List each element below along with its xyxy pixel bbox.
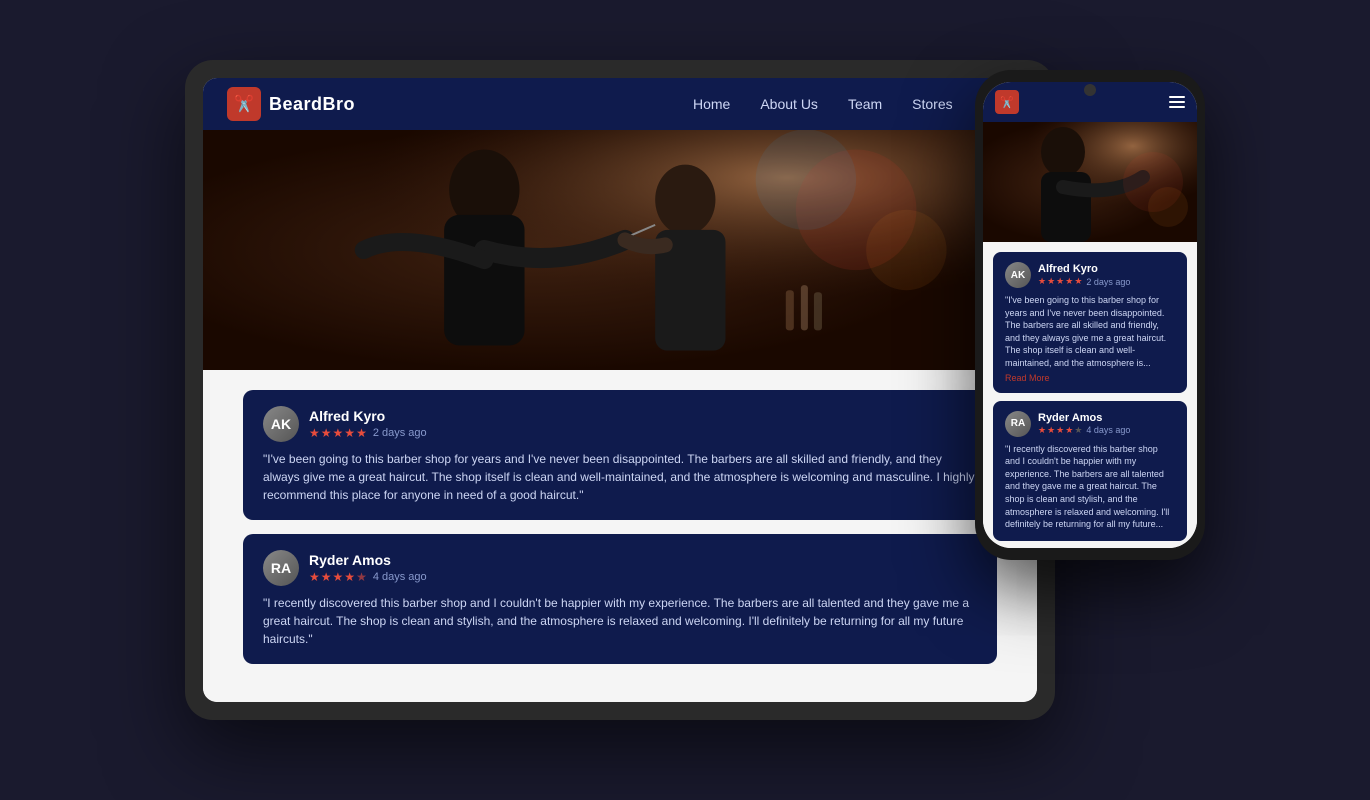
- phone-review-text-2: "I recently discovered this barber shop …: [1005, 443, 1175, 531]
- phone-stars-1: ★ ★ ★ ★ ★: [1038, 276, 1082, 287]
- nav-team[interactable]: Team: [848, 96, 882, 112]
- reviewer-stars-2: ★ ★ ★ ★ ★: [309, 570, 367, 584]
- read-more-link-1[interactable]: Read More: [1005, 373, 1175, 383]
- phone-review-time-2: 4 days ago: [1086, 425, 1130, 435]
- phone-hero-svg: [983, 122, 1197, 242]
- reviewer-meta-2: ★ ★ ★ ★ ★ 4 days ago: [309, 570, 977, 584]
- phone-review-header-2: RA Ryder Amos ★ ★ ★ ★ ★: [1005, 411, 1175, 437]
- tablet-navbar: ✂️ BeardBro Home About Us Team Stores La…: [203, 78, 1037, 130]
- phone-avatar-1: AK: [1005, 262, 1031, 288]
- phone-notch: [1084, 84, 1096, 96]
- phone-reviewer-meta-2: ★ ★ ★ ★ ★ 4 days ago: [1038, 425, 1130, 436]
- tablet-content-area: AK Alfred Kyro ★ ★ ★ ★ ★: [203, 370, 1037, 702]
- phone-review-card-2: RA Ryder Amos ★ ★ ★ ★ ★: [993, 401, 1187, 541]
- phone-stars-2: ★ ★ ★ ★ ★: [1038, 425, 1082, 436]
- star-1: ★: [309, 426, 320, 440]
- tablet-device: ✂️ BeardBro Home About Us Team Stores La…: [185, 60, 1055, 720]
- star-5: ★: [356, 426, 367, 440]
- tablet-logo-area: ✂️ BeardBro: [227, 87, 355, 121]
- nav-stores[interactable]: Stores: [912, 96, 952, 112]
- review-text-2: "I recently discovered this barber shop …: [263, 594, 977, 648]
- nav-about[interactable]: About Us: [760, 96, 818, 112]
- star-2-3: ★: [333, 570, 344, 584]
- star-2-4: ★: [344, 570, 355, 584]
- pstar-1: ★: [1038, 276, 1046, 287]
- phone-review-card-1: AK Alfred Kyro ★ ★ ★ ★ ★: [993, 252, 1187, 393]
- star-3: ★: [333, 426, 344, 440]
- reviewer-meta-1: ★ ★ ★ ★ ★ 2 days ago: [309, 426, 977, 440]
- phone-reviewer-meta-1: ★ ★ ★ ★ ★ 2 days ago: [1038, 276, 1130, 287]
- review-card-2: RA Ryder Amos ★ ★ ★ ★ ★: [243, 534, 997, 664]
- phone-scissors-icon: ✂️: [1000, 96, 1014, 109]
- reviewer-info-1: Alfred Kyro ★ ★ ★ ★ ★ 2 days ago: [309, 408, 977, 440]
- reviewer-name-2: Ryder Amos: [309, 552, 977, 568]
- phone-review-text-1: "I've been going to this barber shop for…: [1005, 294, 1175, 370]
- hamburger-line-2: [1169, 101, 1185, 103]
- phone-logo-icon: ✂️: [995, 90, 1019, 114]
- tablet-brand-name: BeardBro: [269, 94, 355, 115]
- reviewer-avatar-1: AK: [263, 406, 299, 442]
- star-4: ★: [344, 426, 355, 440]
- review-header-2: RA Ryder Amos ★ ★ ★ ★ ★: [263, 550, 977, 586]
- star-2: ★: [321, 426, 332, 440]
- phone-review-header-1: AK Alfred Kyro ★ ★ ★ ★ ★: [1005, 262, 1175, 288]
- review-card-1: AK Alfred Kyro ★ ★ ★ ★ ★: [243, 390, 997, 520]
- review-time-1: 2 days ago: [373, 427, 427, 439]
- phone-hero-image: [983, 122, 1197, 242]
- tablet-screen: ✂️ BeardBro Home About Us Team Stores La…: [203, 78, 1037, 702]
- pstar2-3: ★: [1056, 425, 1064, 436]
- star-2-5: ★: [356, 570, 367, 584]
- scene: ✂️ BeardBro Home About Us Team Stores La…: [135, 40, 1235, 760]
- pstar-2: ★: [1047, 276, 1055, 287]
- phone-screen: ✂️: [983, 82, 1197, 548]
- reviewer-info-2: Ryder Amos ★ ★ ★ ★ ★ 4 days ago: [309, 552, 977, 584]
- phone-avatar-2: RA: [1005, 411, 1031, 437]
- reviewer-avatar-2: RA: [263, 550, 299, 586]
- hamburger-line-3: [1169, 106, 1185, 108]
- review-header-1: AK Alfred Kyro ★ ★ ★ ★ ★: [263, 406, 977, 442]
- phone-reviewer-name-1: Alfred Kyro: [1038, 263, 1130, 275]
- reviewer-name-1: Alfred Kyro: [309, 408, 977, 424]
- pstar2-5: ★: [1074, 425, 1082, 436]
- star-2-1: ★: [309, 570, 320, 584]
- phone-reviewer-name-2: Ryder Amos: [1038, 412, 1130, 424]
- pstar-3: ★: [1056, 276, 1064, 287]
- hero-svg: [203, 130, 1037, 370]
- pstar2-4: ★: [1065, 425, 1073, 436]
- star-2-2: ★: [321, 570, 332, 584]
- phone-reviewer-info-1: Alfred Kyro ★ ★ ★ ★ ★ 2 days ago: [1038, 263, 1130, 287]
- phone-review-time-1: 2 days ago: [1086, 277, 1130, 287]
- phone-device: ✂️: [975, 70, 1205, 560]
- phone-reviewer-info-2: Ryder Amos ★ ★ ★ ★ ★ 4 days ago: [1038, 412, 1130, 436]
- review-time-2: 4 days ago: [373, 571, 427, 583]
- tablet-logo-icon: ✂️: [227, 87, 261, 121]
- nav-home[interactable]: Home: [693, 96, 730, 112]
- logo-scissors-icon: ✂️: [234, 94, 254, 114]
- pstar-4: ★: [1065, 276, 1073, 287]
- pstar-5: ★: [1074, 276, 1082, 287]
- phone-hamburger-menu[interactable]: [1169, 96, 1185, 108]
- tablet-hero-image: [203, 130, 1037, 370]
- tablet-nav-links: Home About Us Team Stores Labs: [693, 96, 1013, 112]
- review-text-1: "I've been going to this barber shop for…: [263, 450, 977, 504]
- hamburger-line-1: [1169, 96, 1185, 98]
- phone-content-area: AK Alfred Kyro ★ ★ ★ ★ ★: [983, 242, 1197, 548]
- pstar2-2: ★: [1047, 425, 1055, 436]
- reviewer-stars-1: ★ ★ ★ ★ ★: [309, 426, 367, 440]
- pstar2-1: ★: [1038, 425, 1046, 436]
